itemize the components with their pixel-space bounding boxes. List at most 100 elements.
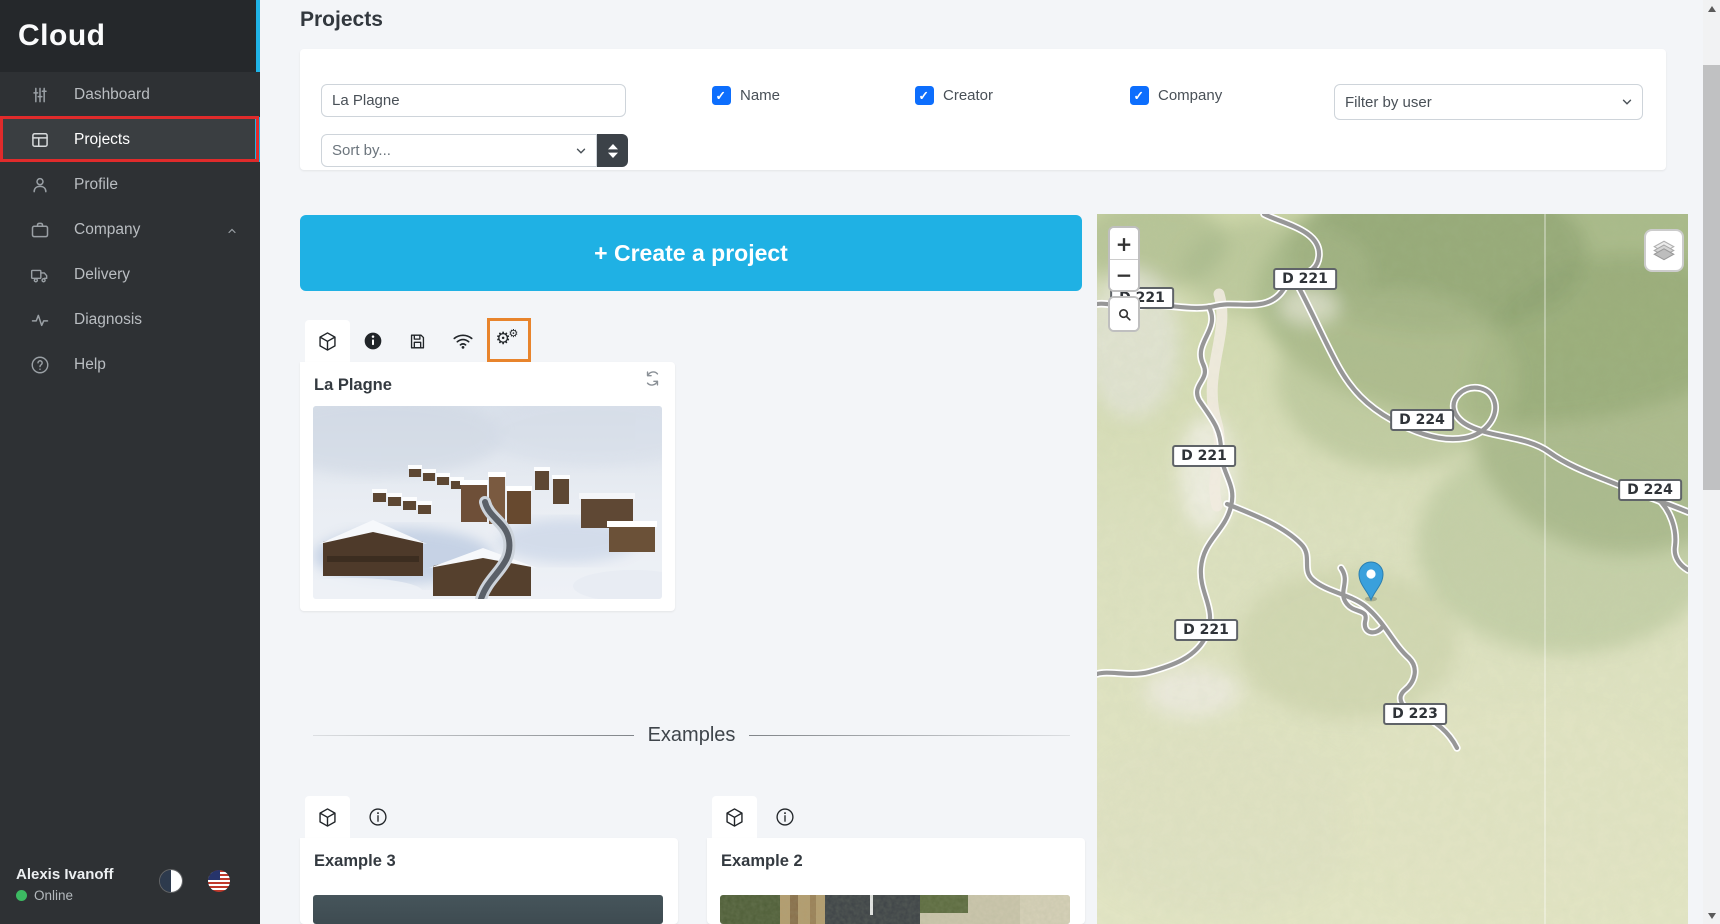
- tab-info[interactable]: [350, 320, 395, 362]
- map[interactable]: D 221 D 221 D 224 D 221 D 224 D 221 D 223 + −: [1097, 214, 1688, 924]
- project-card[interactable]: La Plagne: [300, 362, 675, 611]
- floppy-icon: [410, 333, 425, 349]
- checkbox-label: Name: [740, 87, 781, 104]
- language-flag-us[interactable]: [208, 870, 230, 892]
- sidebar-item-help[interactable]: Help: [0, 342, 260, 387]
- tab-3d-model[interactable]: [712, 796, 757, 838]
- help-icon: [31, 356, 49, 373]
- create-project-button[interactable]: + Create a project: [300, 215, 1082, 291]
- layers-button[interactable]: [1644, 229, 1684, 272]
- cube-icon: [726, 807, 743, 827]
- project-title: La Plagne: [314, 376, 392, 394]
- app-logo: Cloud: [18, 19, 106, 52]
- sidebar-item-projects[interactable]: Projects: [0, 117, 260, 162]
- checkbox-label: Creator: [943, 87, 994, 104]
- cube-icon: [319, 807, 336, 827]
- tab-wifi[interactable]: [440, 320, 485, 362]
- example2-title: Example 2: [721, 852, 803, 870]
- divider-line: [749, 734, 1070, 736]
- tab-settings[interactable]: ⚙ ⚙: [485, 320, 530, 362]
- example2-photo[interactable]: [720, 895, 1070, 924]
- tab-3d-model[interactable]: [305, 320, 350, 362]
- tab-info[interactable]: [762, 796, 807, 838]
- info-outline-icon: [368, 808, 387, 826]
- sort-select-wrap: Sort by...: [321, 134, 597, 167]
- user-filter-select[interactable]: Filter by user: [1334, 84, 1643, 120]
- sidebar-item-label: Help: [74, 355, 106, 373]
- online-dot: [16, 890, 27, 901]
- sidebar-item-label: Profile: [74, 175, 118, 193]
- sort-direction-button[interactable]: [597, 134, 628, 167]
- status-text: Online: [34, 888, 74, 903]
- example3-tabs: [305, 796, 400, 838]
- header-accent-bar: [256, 0, 260, 72]
- map-search-button[interactable]: [1110, 298, 1138, 330]
- map-terrain: [1097, 214, 1688, 924]
- tab-save[interactable]: [395, 320, 440, 362]
- examples-label: Examples: [647, 723, 736, 746]
- road-label: D 224: [1618, 479, 1682, 501]
- theme-toggle[interactable]: [160, 870, 182, 892]
- wifi-icon: [452, 334, 473, 349]
- create-project-label: + Create a project: [594, 239, 788, 266]
- divider-line: [313, 734, 634, 736]
- sidebar-item-dashboard[interactable]: Dashboard: [0, 72, 260, 117]
- example2-card[interactable]: Example 2: [707, 838, 1085, 924]
- sidebar-item-label: Diagnosis: [74, 310, 143, 328]
- road-label: D 223: [1383, 703, 1447, 725]
- road-label: D 221: [1172, 445, 1236, 467]
- example3-card[interactable]: Example 3: [300, 838, 678, 924]
- page-title: Projects: [300, 8, 383, 31]
- truck-icon: [30, 269, 48, 282]
- person-icon: [33, 177, 47, 192]
- example3-photo[interactable]: [313, 895, 663, 924]
- filter-checkbox-name: Name: [712, 86, 780, 105]
- sidebar-nav: Dashboard Projects Profile Company Deliv…: [0, 72, 260, 387]
- info-outline-icon: [775, 808, 794, 826]
- briefcase-icon: [31, 222, 49, 237]
- zoom-control: + −: [1108, 226, 1140, 292]
- scrollbar-thumb[interactable]: [1703, 65, 1720, 490]
- map-marker[interactable]: [1358, 560, 1384, 602]
- sync-icon[interactable]: [644, 370, 661, 392]
- magnifier-icon: [1118, 308, 1131, 321]
- sidebar-item-label: Delivery: [74, 265, 130, 283]
- zoom-out-button[interactable]: −: [1110, 259, 1138, 290]
- scrollbar[interactable]: [1703, 0, 1720, 924]
- checkbox-company[interactable]: [1130, 86, 1149, 105]
- zoom-in-button[interactable]: +: [1110, 228, 1138, 259]
- scrollbar-down-button[interactable]: [1703, 907, 1720, 924]
- scrollbar-up-button[interactable]: [1703, 0, 1720, 17]
- checkbox-name[interactable]: [712, 86, 731, 105]
- sidebar-item-company[interactable]: Company: [0, 207, 260, 252]
- user-name: Alexis Ivanoff: [16, 866, 114, 883]
- checkbox-creator[interactable]: [915, 86, 934, 105]
- triangle-down-icon: [1707, 912, 1716, 919]
- project-card-tabs: ⚙ ⚙: [305, 320, 530, 362]
- sidebar-item-label: Company: [74, 220, 141, 238]
- sidebar-item-profile[interactable]: Profile: [0, 162, 260, 207]
- filter-checkbox-company: Company: [1130, 86, 1222, 105]
- sort-select[interactable]: Sort by...: [321, 134, 597, 167]
- sliders-icon: [33, 87, 47, 102]
- road-label: D 221: [1273, 268, 1337, 290]
- user-status: Online: [16, 888, 73, 903]
- search-input[interactable]: [321, 84, 626, 117]
- tab-3d-model[interactable]: [305, 796, 350, 838]
- info-icon: [364, 332, 381, 350]
- sidebar-item-label: Projects: [74, 130, 130, 148]
- sidebar: Cloud Dashboard Projects Profile Company…: [0, 0, 260, 924]
- tab-info[interactable]: [355, 796, 400, 838]
- project-photo[interactable]: [313, 406, 662, 599]
- chevron-up-icon: [228, 228, 236, 234]
- sidebar-item-delivery[interactable]: Delivery: [0, 252, 260, 297]
- layout-icon: [32, 132, 48, 147]
- example3-title: Example 3: [314, 852, 396, 870]
- activity-icon: [31, 314, 49, 326]
- road-label: D 221: [1174, 619, 1238, 641]
- sidebar-item-diagnosis[interactable]: Diagnosis: [0, 297, 260, 342]
- user-filter-wrap: Filter by user: [1334, 84, 1643, 120]
- filter-card: Sort by... Name Creator Company Filter b…: [300, 49, 1666, 170]
- examples-divider: Examples: [313, 720, 1070, 750]
- user-block: Alexis Ivanoff Online: [0, 858, 260, 924]
